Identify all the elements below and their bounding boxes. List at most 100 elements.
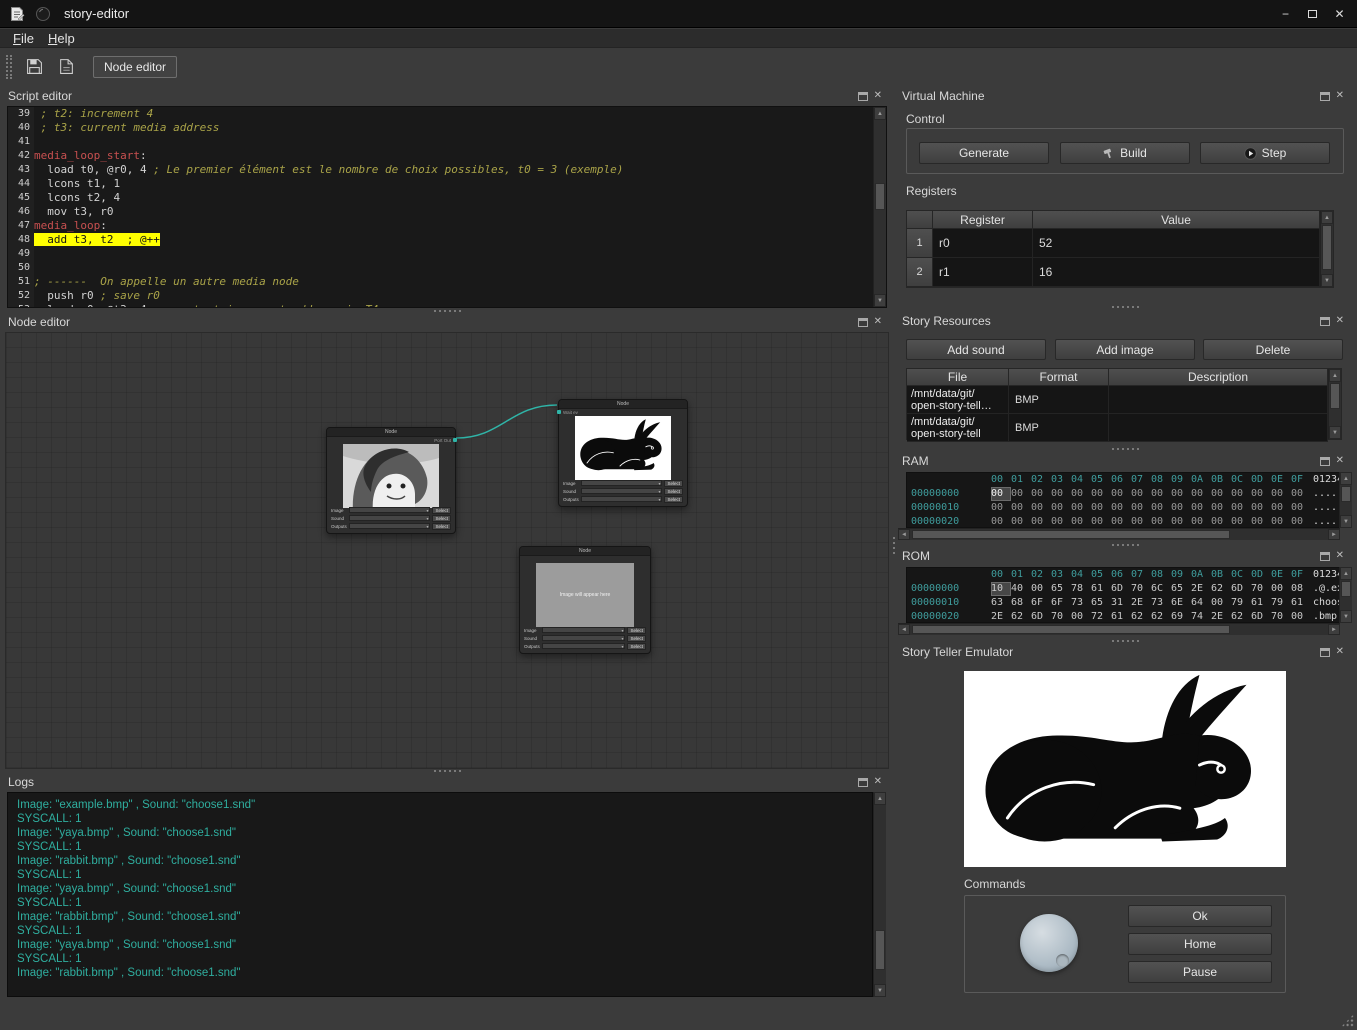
- node-combo[interactable]: ▾: [542, 627, 625, 633]
- hex-byte[interactable]: 40: [1011, 582, 1031, 596]
- hex-byte[interactable]: 61: [1291, 596, 1311, 610]
- hex-byte[interactable]: 00: [1231, 515, 1251, 528]
- scroll-up-icon[interactable]: ▲: [1329, 369, 1341, 382]
- media-node[interactable]: Node Wait ev Image▾SelectSound▾SelectOut…: [558, 399, 688, 507]
- registers-scrollbar[interactable]: ▲ ▼: [1320, 211, 1333, 287]
- float-panel-icon[interactable]: [858, 778, 868, 787]
- hex-byte[interactable]: 00: [1111, 515, 1131, 528]
- hex-byte[interactable]: 65: [1091, 596, 1111, 610]
- hex-byte[interactable]: 00: [1211, 515, 1231, 528]
- hex-byte[interactable]: 64: [1191, 596, 1211, 610]
- float-panel-icon[interactable]: [858, 318, 868, 327]
- script-code-lines[interactable]: ; t2: increment 4 ; t3: current media ad…: [34, 107, 873, 307]
- hex-byte[interactable]: 6E: [1171, 596, 1191, 610]
- hex-byte[interactable]: 00: [1191, 487, 1211, 501]
- maximize-button[interactable]: [1299, 3, 1326, 25]
- hex-byte[interactable]: 62: [1151, 610, 1171, 623]
- format-column-header[interactable]: Format: [1009, 369, 1109, 386]
- hex-byte[interactable]: 08: [1291, 582, 1311, 596]
- splitter-handle[interactable]: [898, 542, 1352, 547]
- scroll-right-icon[interactable]: ►: [1328, 529, 1340, 540]
- node-combo[interactable]: ▾: [349, 507, 430, 513]
- float-panel-icon[interactable]: [1320, 648, 1330, 657]
- hex-byte[interactable]: 00: [1131, 487, 1151, 501]
- hex-byte[interactable]: 10: [991, 582, 1011, 596]
- hex-byte[interactable]: 70: [1251, 582, 1271, 596]
- hex-byte[interactable]: 00: [1031, 582, 1051, 596]
- hex-byte[interactable]: 6D: [1031, 610, 1051, 623]
- close-panel-icon[interactable]: ✕: [1336, 647, 1344, 657]
- hex-byte[interactable]: 73: [1071, 596, 1091, 610]
- splitter-handle-vertical[interactable]: [890, 530, 898, 560]
- hex-byte[interactable]: 00: [1231, 487, 1251, 501]
- hex-byte[interactable]: 78: [1071, 582, 1091, 596]
- ok-button[interactable]: Ok: [1128, 905, 1272, 927]
- hex-byte[interactable]: 00: [1051, 487, 1071, 501]
- close-panel-icon[interactable]: ✕: [874, 91, 882, 101]
- close-button[interactable]: ✕: [1326, 3, 1353, 25]
- hex-byte[interactable]: 6C: [1151, 582, 1171, 596]
- rotary-knob[interactable]: [1020, 914, 1078, 972]
- hex-byte[interactable]: 00: [1031, 515, 1051, 528]
- float-panel-icon[interactable]: [1320, 457, 1330, 466]
- close-panel-icon[interactable]: ✕: [1336, 551, 1344, 561]
- file-column-header[interactable]: File: [907, 369, 1009, 386]
- hex-byte[interactable]: 00: [1071, 501, 1091, 515]
- hex-byte[interactable]: 00: [1011, 487, 1031, 501]
- rom-hscrollbar[interactable]: ◄ ►: [898, 623, 1340, 635]
- ram-hscrollbar[interactable]: ◄ ►: [898, 528, 1340, 540]
- node-select-button[interactable]: Select: [432, 523, 451, 530]
- register-value-cell[interactable]: 52: [1033, 229, 1320, 258]
- scroll-up-icon[interactable]: ▲: [1340, 567, 1352, 580]
- splitter-handle[interactable]: [4, 768, 890, 773]
- scroll-left-icon[interactable]: ◄: [898, 624, 910, 635]
- hex-byte[interactable]: 00: [1271, 501, 1291, 515]
- hex-byte[interactable]: 72: [1091, 610, 1111, 623]
- hex-byte[interactable]: 00: [1211, 501, 1231, 515]
- ram-vscrollbar[interactable]: ▲ ▼: [1339, 472, 1352, 528]
- hex-byte[interactable]: 70: [1271, 610, 1291, 623]
- hex-byte[interactable]: 00: [1111, 487, 1131, 501]
- scroll-down-icon[interactable]: ▼: [1340, 610, 1352, 623]
- hex-byte[interactable]: 00: [1011, 501, 1031, 515]
- resize-grip[interactable]: [1341, 1014, 1354, 1027]
- node-combo[interactable]: ▾: [349, 515, 430, 521]
- hex-byte[interactable]: 2E: [1211, 610, 1231, 623]
- hex-byte[interactable]: 2E: [1191, 582, 1211, 596]
- hex-byte[interactable]: 00: [1271, 582, 1291, 596]
- register-value-cell[interactable]: 16: [1033, 258, 1320, 287]
- hex-byte[interactable]: 31: [1111, 596, 1131, 610]
- resource-format-cell[interactable]: BMP: [1009, 414, 1109, 442]
- hex-byte[interactable]: 70: [1131, 582, 1151, 596]
- add-sound-button[interactable]: Add sound: [906, 339, 1046, 360]
- hex-byte[interactable]: 00: [1291, 515, 1311, 528]
- hex-byte[interactable]: 70: [1051, 610, 1071, 623]
- hex-byte[interactable]: 00: [1291, 501, 1311, 515]
- node-combo[interactable]: ▾: [542, 643, 625, 649]
- resource-file-cell[interactable]: /mnt/data/git/open-story-tell…: [907, 386, 1009, 414]
- port-out-dot[interactable]: [453, 438, 457, 442]
- description-column-header[interactable]: Description: [1109, 369, 1328, 386]
- menu-item-file[interactable]: File: [6, 30, 41, 47]
- hex-byte[interactable]: 00: [1091, 501, 1111, 515]
- close-panel-icon[interactable]: ✕: [1336, 316, 1344, 326]
- pause-button[interactable]: Pause: [1128, 961, 1272, 983]
- node-combo[interactable]: ▾: [349, 523, 430, 529]
- node-combo[interactable]: ▾: [581, 488, 662, 494]
- hex-byte[interactable]: 00: [1191, 501, 1211, 515]
- hex-byte[interactable]: 00: [1071, 487, 1091, 501]
- hex-byte[interactable]: 00: [1251, 515, 1271, 528]
- node-combo[interactable]: ▾: [581, 496, 662, 502]
- hex-byte[interactable]: 00: [1071, 610, 1091, 623]
- node-select-button[interactable]: Select: [664, 480, 683, 487]
- hex-byte[interactable]: 00: [1271, 487, 1291, 501]
- splitter-handle[interactable]: [898, 638, 1352, 643]
- node-select-button[interactable]: Select: [432, 507, 451, 514]
- register-name-cell[interactable]: r1: [933, 258, 1033, 287]
- hex-byte[interactable]: 00: [991, 487, 1011, 501]
- hex-byte[interactable]: 00: [1171, 487, 1191, 501]
- build-button[interactable]: Build: [1060, 142, 1190, 164]
- export-script-button[interactable]: [53, 54, 79, 80]
- scroll-up-icon[interactable]: ▲: [1340, 472, 1352, 485]
- step-button[interactable]: Step: [1200, 142, 1330, 164]
